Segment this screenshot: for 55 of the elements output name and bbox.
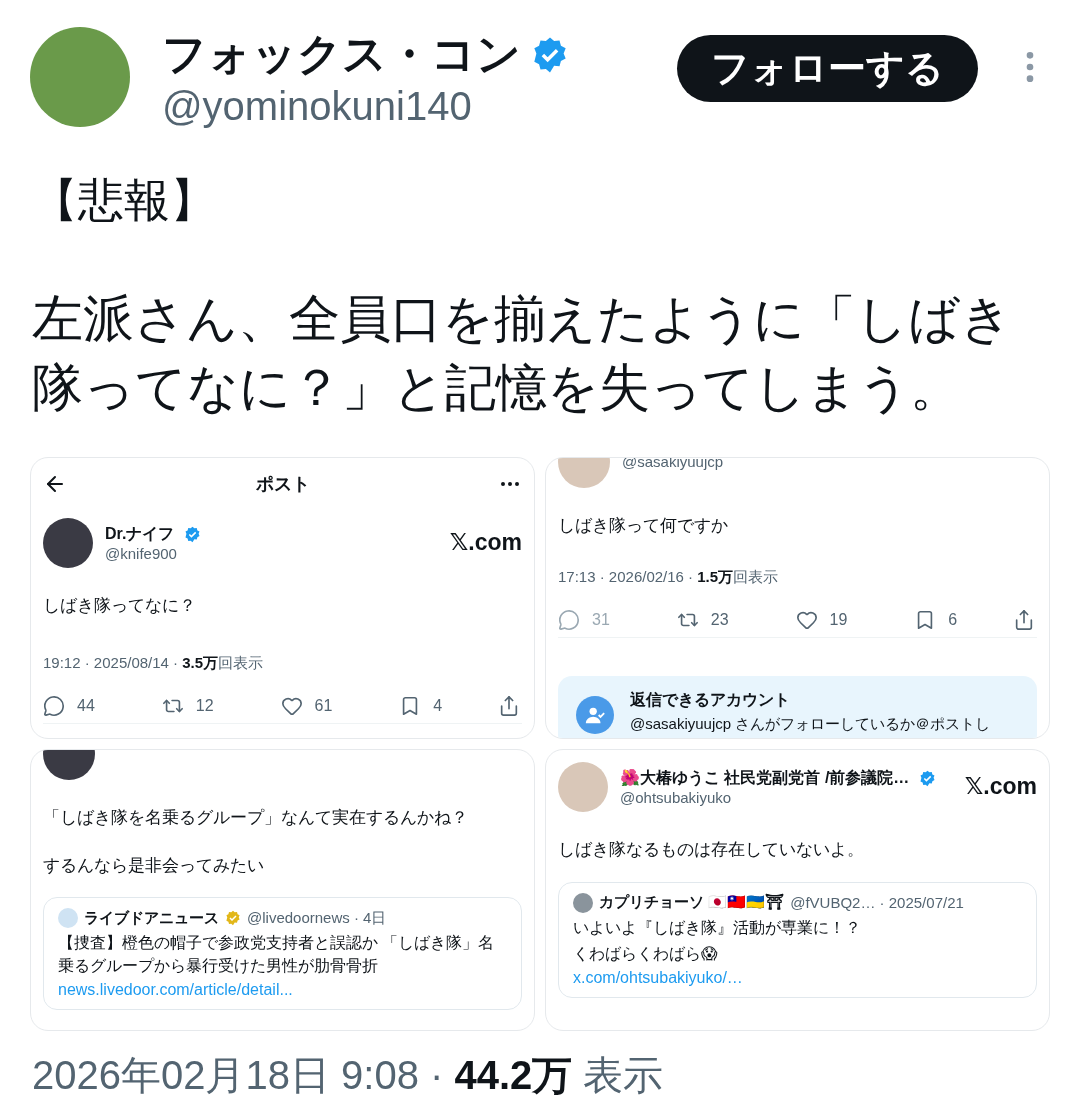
post-text: しばき隊ってなに？ xyxy=(43,594,197,617)
quoted-author-handle: @livedoornews · 4日 xyxy=(247,908,387,928)
avatar xyxy=(43,517,93,568)
count: 44 xyxy=(77,696,95,715)
notice-title: 返信できるアカウント xyxy=(630,689,791,710)
person-check-icon xyxy=(576,695,614,734)
post-text: しばき隊なるものは存在していないよ。 xyxy=(558,838,865,861)
reply-icon xyxy=(43,694,65,717)
count: 12 xyxy=(195,696,214,715)
post-text: するんなら是非会ってみたい xyxy=(43,854,265,877)
post-meta: 19:12 · 2025/08/14 · 3.5万回表示 xyxy=(43,653,265,673)
avatar xyxy=(558,761,608,812)
like-button[interactable]: 19 xyxy=(795,608,886,631)
quoted-author-handle: @fVUBQ2… · 2025/07/21 xyxy=(790,894,964,912)
share-icon xyxy=(1013,608,1035,631)
post-text: 【悲報】 xyxy=(32,173,217,228)
count: 61 xyxy=(314,696,333,715)
like-button[interactable]: 61 xyxy=(280,694,371,717)
author-handle: @yominokuni140 xyxy=(162,84,473,129)
post-timestamp: 2026年02月18日 9:08 · 44.2万 表示 xyxy=(31,1051,665,1097)
site-logo: 𝕏.com xyxy=(449,529,522,557)
avatar xyxy=(573,892,593,913)
author-name: Dr.ナイフ xyxy=(105,523,175,544)
reply-button[interactable]: 44 xyxy=(43,694,133,717)
quoted-text: くわばらくわばら😱 xyxy=(573,943,719,964)
quoted-author-name: ライブドアニュース xyxy=(84,908,219,928)
follow-button[interactable]: フォローする xyxy=(677,35,978,102)
notice-text: @sasakiyuujcp さんがフォローしているか＠ポストし xyxy=(630,714,991,734)
post-text: 「しばき隊を名乗るグループ」なんて実在するんかね？ xyxy=(43,806,469,829)
quoted-author-name: カプリチョーソ 🇯🇵🇹🇼🇺🇦⛩ xyxy=(599,893,785,913)
count: 23 xyxy=(710,610,729,629)
site-logo: 𝕏.com xyxy=(964,773,1037,801)
quoted-post[interactable]: カプリチョーソ 🇯🇵🇹🇼🇺🇦⛩ @fVUBQ2… · 2025/07/21 いよいよ『しばき隊』活動が専業に！？ くわばらくわばら😱 x.com/ohtsubakiyuko/… xyxy=(558,881,1037,999)
repost-button[interactable]: 12 xyxy=(161,694,252,717)
avatar xyxy=(58,908,78,929)
bookmark-button[interactable]: 6 xyxy=(914,608,985,631)
author-handle: @knife900 xyxy=(105,544,178,562)
author-name: 🌺大椿ゆうこ 社民党副党首 /前参議院… xyxy=(620,767,910,789)
repost-button[interactable]: 23 xyxy=(676,608,767,631)
post-text: 左派さん、全員口を揃えたように「しばき隊ってなに？」と記憶を失ってしまう。 xyxy=(32,289,1013,418)
post-text: しばき隊って何ですか xyxy=(558,514,729,537)
count: 31 xyxy=(592,610,610,629)
count: 6 xyxy=(948,610,958,629)
page-title: ポスト xyxy=(255,472,310,496)
count: 19 xyxy=(829,610,848,629)
post-meta: 17:13 · 2026/02/16 · 1.5万回表示 xyxy=(558,567,780,587)
share-icon xyxy=(498,694,520,717)
author-handle: @ohtsubakiyuko xyxy=(620,788,733,806)
count: 4 xyxy=(433,696,443,715)
quoted-post[interactable]: ライブドアニュース @livedoornews · 4日 【捜査】橙色の帽子で参政党支持者と誤認か 「しばき隊」名乗るグループから暴行受けた男性が肋骨骨折 news.livedoor.com/article/detail... xyxy=(43,897,522,1011)
quoted-text: 【捜査】橙色の帽子で参政党支持者と誤認か 「しばき隊」名乗るグループから暴行受けた男性が肋骨骨折 xyxy=(58,933,496,976)
bookmark-button[interactable]: 4 xyxy=(399,694,470,717)
reply-icon xyxy=(558,608,580,631)
author-name: フォックス・コン xyxy=(162,28,521,80)
quoted-text: いよいよ『しばき隊』活動が専業に！？ xyxy=(573,917,862,938)
